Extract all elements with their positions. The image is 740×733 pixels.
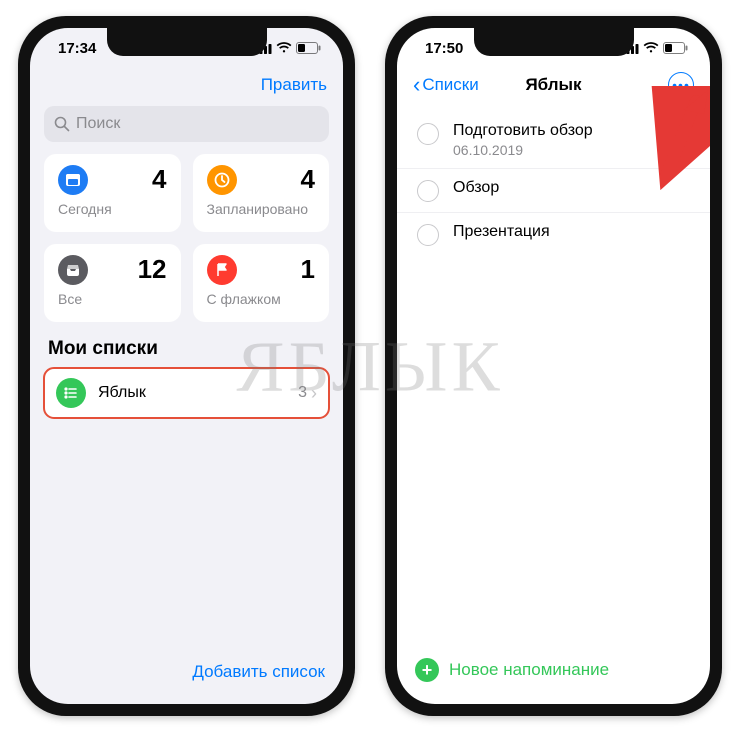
flag-icon (207, 255, 237, 285)
reminder-checkbox[interactable] (417, 180, 439, 202)
list-name: Яблык (98, 384, 146, 402)
card-count: 12 (138, 254, 167, 285)
reminders-list: Подготовить обзор 06.10.2019 Обзор Презе… (397, 106, 710, 256)
clock-icon (207, 165, 237, 195)
nav-bar: ‹ Списки Яблык ••• (397, 68, 710, 106)
reminder-row[interactable]: Презентация (397, 213, 710, 256)
tray-icon (58, 255, 88, 285)
card-scheduled[interactable]: 4 Запланировано (193, 154, 330, 232)
card-today[interactable]: 4 Сегодня (44, 154, 181, 232)
reminder-row[interactable]: Обзор (397, 169, 710, 213)
section-my-lists: Мои списки (30, 338, 343, 368)
reminder-date: 06.10.2019 (453, 142, 593, 158)
search-placeholder: Поиск (76, 115, 120, 133)
chevron-left-icon: ‹ (413, 74, 420, 96)
plus-icon: + (415, 658, 439, 682)
add-list-button[interactable]: Добавить список (192, 662, 325, 682)
list-count: 3 (298, 384, 307, 402)
battery-icon (296, 42, 321, 54)
card-count: 4 (301, 164, 315, 195)
status-time: 17:34 (58, 40, 96, 57)
search-field[interactable]: Поиск (44, 106, 329, 142)
phone-left-frame: 17:34 Править Поиск (18, 16, 355, 716)
reminder-row[interactable]: Подготовить обзор 06.10.2019 (397, 112, 710, 169)
new-reminder-button[interactable]: Новое напоминание (449, 660, 609, 680)
card-label: Все (58, 291, 167, 307)
wifi-icon (276, 42, 292, 54)
notch (474, 28, 634, 56)
card-label: С флажком (207, 291, 316, 307)
card-count: 1 (301, 254, 315, 285)
phone-right-frame: 17:50 ‹ Списки Яблык ••• (385, 16, 722, 716)
card-label: Запланировано (207, 201, 316, 217)
smart-cards-grid: 4 Сегодня 4 Запланировано 12 (30, 154, 343, 338)
more-icon: ••• (672, 77, 690, 93)
card-all[interactable]: 12 Все (44, 244, 181, 322)
wifi-icon (643, 42, 659, 54)
footer: + Новое напоминание (397, 644, 710, 704)
status-time: 17:50 (425, 40, 463, 57)
card-label: Сегодня (58, 201, 167, 217)
more-options-button[interactable]: ••• (668, 72, 694, 98)
page-title: Яблык (483, 75, 624, 95)
list-row-yablyk[interactable]: Яблык 3 › (44, 368, 329, 418)
footer: Добавить список (30, 648, 343, 704)
chevron-right-icon: › (311, 383, 317, 404)
calendar-icon (58, 165, 88, 195)
search-icon (54, 116, 70, 132)
back-label: Списки (422, 75, 478, 95)
back-button[interactable]: ‹ Списки (413, 74, 479, 96)
edit-button[interactable]: Править (261, 75, 327, 95)
phone-right-screen: 17:50 ‹ Списки Яблык ••• (397, 28, 710, 704)
card-count: 4 (152, 164, 166, 195)
battery-icon (663, 42, 688, 54)
reminder-title: Обзор (453, 179, 499, 197)
reminder-title: Подготовить обзор (453, 122, 593, 140)
reminder-title: Презентация (453, 223, 550, 241)
nav-bar: Править (30, 68, 343, 106)
reminder-checkbox[interactable] (417, 224, 439, 246)
list-icon (56, 378, 86, 408)
notch (107, 28, 267, 56)
reminder-checkbox[interactable] (417, 123, 439, 145)
phone-left-screen: 17:34 Править Поиск (30, 28, 343, 704)
card-flagged[interactable]: 1 С флажком (193, 244, 330, 322)
